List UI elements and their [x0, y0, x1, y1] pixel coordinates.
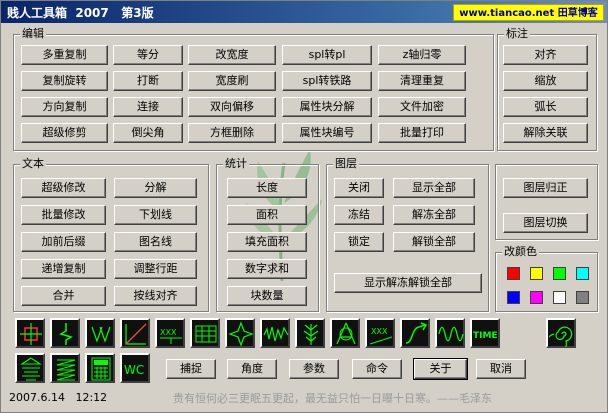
- curve-arrow-icon[interactable]: [400, 318, 430, 348]
- bottom-button-0[interactable]: 捕捉: [166, 359, 216, 379]
- zigzag-spring-icon[interactable]: [50, 353, 80, 383]
- text-button[interactable]: 下划线: [114, 205, 197, 225]
- spiral-icon[interactable]: [546, 318, 576, 348]
- a-triangle-icon[interactable]: [330, 318, 360, 348]
- svg-text:WC: WC: [124, 363, 144, 377]
- wave-line-icon[interactable]: [260, 318, 290, 348]
- edit-button[interactable]: 复制旋转: [21, 71, 108, 91]
- app-window: 贱人工具箱 2007 第3版 www.tiancao.net 田草博客 编辑 标…: [0, 0, 608, 413]
- text-group-label: 文本: [20, 157, 46, 171]
- title-bar[interactable]: 贱人工具箱 2007 第3版 www.tiancao.net 田草博客: [1, 1, 607, 23]
- text-button[interactable]: 批量修改: [21, 205, 106, 225]
- text-button[interactable]: 超级修改: [21, 178, 106, 198]
- edit-button[interactable]: 属性块编号: [282, 123, 372, 143]
- star-shape-icon[interactable]: [225, 318, 255, 348]
- layer-button[interactable]: 锁定: [334, 232, 384, 252]
- xxx-label-icon[interactable]: XXX: [155, 318, 185, 348]
- text-button[interactable]: 调整行距: [114, 259, 197, 279]
- stats-button[interactable]: 面积: [227, 205, 307, 225]
- edit-button[interactable]: spl转pl: [282, 45, 372, 65]
- layer-button[interactable]: 冻结: [334, 205, 384, 225]
- layer-button[interactable]: 关闭: [334, 178, 384, 198]
- edit-button[interactable]: 方向复制: [21, 97, 108, 117]
- xxx-text: XXX: [160, 328, 177, 337]
- annotate-button[interactable]: 缩放: [503, 71, 588, 91]
- layer-show-all-button[interactable]: 显示解冻解锁全部: [334, 273, 482, 293]
- bottom-button-3[interactable]: 命令: [352, 359, 402, 379]
- annotate-button[interactable]: 弧长: [503, 97, 588, 117]
- svg-text:TIME: TIME: [473, 331, 498, 341]
- stats-button[interactable]: 数字求和: [227, 259, 307, 279]
- edit-button[interactable]: 连接: [113, 97, 183, 117]
- color-swatch[interactable]: [576, 267, 589, 280]
- edit-button[interactable]: z轴归零: [378, 45, 466, 65]
- site-banner[interactable]: www.tiancao.net 田草博客: [453, 4, 604, 21]
- edit-button[interactable]: 多重复制: [21, 45, 108, 65]
- bottom-button-4[interactable]: 关于: [413, 358, 468, 380]
- edit-button[interactable]: 倒尖角: [113, 123, 183, 143]
- edit-button[interactable]: 改宽度: [188, 45, 276, 65]
- color-swatch[interactable]: [553, 291, 566, 304]
- edit-button[interactable]: 批量打印: [378, 123, 466, 143]
- annotate-group-label: 标注: [504, 27, 530, 41]
- color-swatch[interactable]: [507, 267, 520, 280]
- edit-button[interactable]: 属性块分解: [282, 97, 372, 117]
- layer-button[interactable]: 解锁全部: [393, 232, 475, 252]
- edit-button[interactable]: 超级修剪: [21, 123, 108, 143]
- edit-group-label: 编辑: [20, 27, 46, 41]
- annotate-button[interactable]: 对齐: [503, 45, 588, 65]
- svg-text:XXX: XXX: [371, 327, 388, 336]
- status-quote: 贵有恒何必三更眠五更起，最无益只怕一日曝十日寒。——毛泽东: [173, 392, 492, 405]
- layer-side-button[interactable]: 图层切换: [503, 213, 588, 233]
- edit-button[interactable]: 宽度刷: [188, 71, 276, 91]
- layer-group-label: 图层: [333, 157, 359, 171]
- stats-group-label: 统计: [223, 157, 249, 171]
- stacked-lines-icon[interactable]: [15, 353, 45, 383]
- bottom-button-1[interactable]: 角度: [227, 359, 277, 379]
- color-swatch[interactable]: [530, 267, 543, 280]
- zigzag-break-icon[interactable]: [50, 318, 80, 348]
- status-datetime: 2007.6.14 12:12: [9, 391, 108, 404]
- grid-table-icon[interactable]: [190, 318, 220, 348]
- layer-side-button[interactable]: 图层归正: [503, 178, 588, 198]
- stats-button[interactable]: 块数量: [227, 286, 307, 306]
- edit-button[interactable]: 双向偏移: [188, 97, 276, 117]
- text-button[interactable]: 图名线: [114, 232, 197, 252]
- stats-button[interactable]: 填充面积: [227, 232, 307, 252]
- color-swatch[interactable]: [507, 291, 520, 304]
- annotate-button[interactable]: 解除关联: [503, 123, 588, 143]
- edit-button[interactable]: 打断: [113, 71, 183, 91]
- layer-button[interactable]: 解冻全部: [393, 205, 475, 225]
- window-title: 贱人工具箱 2007 第3版: [7, 6, 154, 20]
- edit-button[interactable]: spl转铁路: [282, 71, 372, 91]
- color-group-label: 改颜色: [502, 245, 539, 259]
- color-swatch[interactable]: [530, 291, 543, 304]
- time-text-icon[interactable]: TIME: [470, 318, 500, 348]
- edit-button[interactable]: 清理重复: [378, 71, 466, 91]
- color-swatch[interactable]: [553, 267, 566, 280]
- bottom-button-2[interactable]: 参数: [289, 359, 339, 379]
- text-button[interactable]: 合并: [21, 286, 106, 306]
- edit-button[interactable]: 方框删除: [188, 123, 276, 143]
- xxx-slant-icon[interactable]: XXX: [365, 318, 395, 348]
- text-button[interactable]: 递增复制: [21, 259, 106, 279]
- crosshair-icon[interactable]: [15, 318, 45, 348]
- sine-wave-icon[interactable]: [435, 318, 465, 348]
- layer-button[interactable]: 显示全部: [393, 178, 475, 198]
- calculator-icon[interactable]: [85, 353, 115, 383]
- triangle-marks-icon[interactable]: [85, 318, 115, 348]
- text-button[interactable]: 分解: [114, 178, 197, 198]
- color-swatch[interactable]: [576, 291, 589, 304]
- branch-shape-icon[interactable]: [295, 318, 325, 348]
- bottom-button-5[interactable]: 取消: [476, 359, 526, 379]
- text-button[interactable]: 按线对齐: [114, 286, 197, 306]
- edit-button[interactable]: 文件加密: [378, 97, 466, 117]
- text-button[interactable]: 加前后缀: [21, 232, 106, 252]
- stats-button[interactable]: 长度: [227, 178, 307, 198]
- wc-text-icon[interactable]: WC: [120, 353, 150, 383]
- diagonal-line-icon[interactable]: [120, 318, 150, 348]
- edit-button[interactable]: 等分: [113, 45, 183, 65]
